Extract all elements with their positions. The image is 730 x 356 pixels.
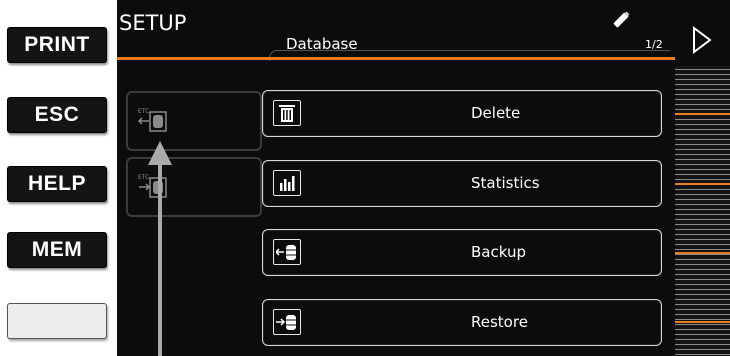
device-screen: SETUP Database 1/2 ETC ETC Delete Statis…: [117, 0, 675, 356]
svg-text:ETC: ETC: [138, 108, 149, 115]
restore-label: Restore: [471, 313, 528, 331]
statistics-button[interactable]: Statistics: [262, 160, 662, 207]
statistics-marker: [675, 183, 730, 185]
backup-marker: [675, 252, 730, 254]
esc-key[interactable]: ESC: [7, 97, 107, 133]
header-divider: [117, 57, 675, 60]
mem-key[interactable]: MEM: [7, 232, 107, 268]
statistics-label: Statistics: [471, 174, 540, 192]
restore-marker: [675, 321, 730, 323]
delete-marker: [675, 113, 730, 115]
page-subtitle: Database: [286, 35, 358, 53]
backup-label: Backup: [471, 243, 526, 261]
bar-chart-icon: [273, 170, 301, 196]
page-indicator: 1/2: [645, 38, 663, 51]
usb-stick-icon: [611, 10, 631, 34]
delete-button[interactable]: Delete: [262, 90, 662, 137]
pointer-arrow-icon: [148, 141, 172, 356]
delete-label: Delete: [471, 104, 521, 122]
database-backup-icon: [273, 239, 301, 265]
help-key[interactable]: HELP: [7, 166, 107, 202]
next-page-arrow-icon[interactable]: [692, 26, 712, 58]
print-key[interactable]: PRINT: [7, 27, 107, 63]
backup-button[interactable]: Backup: [262, 229, 662, 276]
restore-button[interactable]: Restore: [262, 299, 662, 346]
trash-icon: [273, 100, 301, 126]
etc-import-icon: ETC: [137, 108, 167, 132]
page-title: SETUP: [119, 11, 187, 35]
blank-key[interactable]: [7, 303, 107, 339]
database-restore-icon: [273, 309, 301, 335]
